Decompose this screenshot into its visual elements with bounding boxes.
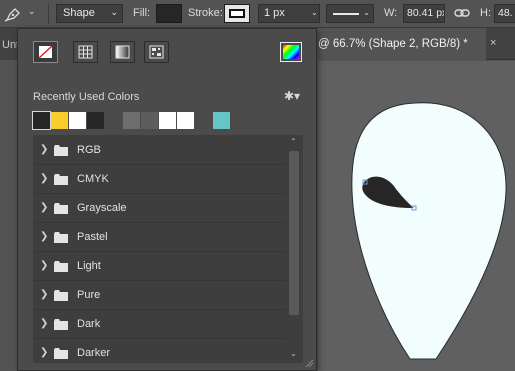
tool-mode-select[interactable]: Shape ⌄ (56, 4, 123, 23)
recent-color-swatch[interactable] (159, 112, 176, 129)
solid-color-icon[interactable] (73, 41, 98, 63)
stroke-label: Stroke: (188, 7, 223, 19)
fill-swatches-panel: Recently Used Colors ✱▾ ❯ Darker ❯ Dark ❯ Pur… (17, 28, 317, 371)
balloon-shape[interactable] (351, 102, 507, 360)
folder-icon (54, 174, 68, 185)
swatch-folder-row[interactable]: ❯ Pure (33, 282, 287, 310)
stroke-width-chevron-icon[interactable]: ⌄ (311, 8, 318, 17)
swatch-folder-row[interactable]: ❯ Grayscale (33, 195, 287, 223)
recent-color-swatch[interactable] (69, 112, 86, 129)
folder-icon (54, 319, 68, 330)
width-value: 80.41 px (407, 7, 445, 19)
folder-icon (54, 348, 68, 359)
chevron-right-icon[interactable]: ❯ (40, 231, 48, 242)
folder-icon (54, 290, 68, 301)
gradient-icon[interactable] (110, 41, 135, 63)
color-picker-icon[interactable] (280, 42, 302, 62)
stroke-color-swatch[interactable] (224, 4, 250, 23)
fill-label: Fill: (133, 7, 151, 19)
recent-color-swatch[interactable] (195, 112, 212, 129)
swatch-folder-label: Grayscale (77, 202, 127, 214)
swatch-folder-row[interactable]: ❯ CMYK (33, 166, 287, 194)
folder-icon (54, 203, 68, 214)
swatch-folder-label: CMYK (77, 173, 109, 185)
resize-grip-icon[interactable] (304, 358, 314, 368)
canvas-artwork (351, 102, 507, 360)
recent-color-swatch[interactable] (231, 112, 248, 129)
swatch-folder-label: Darker (77, 347, 111, 359)
pen-icon[interactable] (4, 6, 22, 22)
tab-active-label: @ 66.7% (Shape 2, RGB/8) * (318, 38, 468, 50)
fill-type-bar (18, 29, 316, 77)
swatch-folder-label: Pure (77, 289, 101, 301)
chevron-right-icon[interactable]: ❯ (40, 202, 48, 213)
swatch-folder-label: Dark (77, 318, 101, 330)
swatch-folder-label: RGB (77, 144, 101, 156)
width-input[interactable]: 80.41 px (403, 4, 445, 23)
swatch-folder-row[interactable]: ❯ RGB (33, 137, 287, 165)
recent-color-swatch[interactable] (123, 112, 140, 129)
folder-icon (54, 232, 68, 243)
recent-color-swatch[interactable] (105, 112, 122, 129)
swatch-folder-row[interactable]: ❯ Light (33, 253, 287, 281)
height-value: 48. (498, 7, 513, 19)
height-input[interactable]: 48. (494, 4, 515, 23)
stroke-width-value: 1 px (264, 7, 285, 19)
close-icon[interactable]: × (490, 37, 496, 49)
chevron-right-icon[interactable]: ❯ (40, 144, 48, 155)
recent-color-swatch[interactable] (285, 112, 302, 129)
recent-color-swatch[interactable] (267, 112, 284, 129)
tool-mode-value: Shape (63, 7, 95, 19)
recent-color-swatch[interactable] (51, 112, 68, 129)
tab-active-document[interactable]: @ 66.7% (Shape 2, RGB/8) * (316, 28, 486, 60)
divider (48, 4, 49, 24)
swatch-folder-row[interactable]: ❯ Dark (33, 311, 287, 339)
folder-icon (54, 145, 68, 156)
recent-color-swatch[interactable] (249, 112, 266, 129)
recent-color-swatch[interactable] (141, 112, 158, 129)
width-label: W: (384, 7, 398, 19)
recent-colors-title: Recently Used Colors (33, 91, 140, 103)
chevron-right-icon[interactable]: ❯ (40, 318, 48, 329)
recent-color-swatch[interactable] (87, 112, 104, 129)
scroll-down-icon[interactable]: ⌄ (290, 349, 297, 358)
chevron-right-icon[interactable]: ❯ (40, 173, 48, 184)
recent-color-swatch[interactable] (32, 111, 51, 130)
chevron-right-icon[interactable]: ❯ (40, 260, 48, 271)
options-bar: ⌄ Shape ⌄ Fill: Stroke: 1 px ⌄ ⌄ W: 80.4… (0, 0, 515, 28)
recent-colors-row (32, 111, 303, 130)
chevron-down-icon: ⌄ (363, 8, 370, 17)
no-color-icon[interactable] (33, 41, 58, 63)
gear-icon[interactable]: ✱▾ (284, 89, 300, 103)
stroke-style-select[interactable]: ⌄ (326, 4, 374, 23)
swatch-folder-label: Pastel (77, 231, 108, 243)
recent-color-swatch[interactable] (213, 112, 230, 129)
document-canvas[interactable] (318, 61, 515, 371)
chevron-right-icon[interactable]: ❯ (40, 289, 48, 300)
chevron-right-icon[interactable]: ❯ (40, 347, 48, 358)
scroll-up-icon[interactable]: ⌃ (290, 137, 297, 146)
scrollbar-thumb[interactable] (289, 151, 299, 315)
height-label: H: (480, 7, 491, 19)
folder-icon (54, 261, 68, 272)
pattern-icon[interactable] (144, 41, 169, 63)
chevron-down-icon: ⌄ (110, 7, 118, 17)
recent-color-swatch[interactable] (177, 112, 194, 129)
swatch-folder-row[interactable]: ❯ Pastel (33, 224, 287, 252)
fill-color-swatch[interactable] (156, 4, 182, 23)
swatch-folder-row[interactable]: ❯ Darker (33, 340, 287, 363)
link-icon[interactable] (454, 6, 470, 20)
swatch-folder-list: ❯ Darker ❯ Dark ❯ Pure ❯ Light ❯ Pastel ❯ Grayscale… (33, 135, 303, 363)
swatch-folder-label: Light (77, 260, 101, 272)
tool-preset-chevron-icon[interactable]: ⌄ (28, 6, 36, 17)
